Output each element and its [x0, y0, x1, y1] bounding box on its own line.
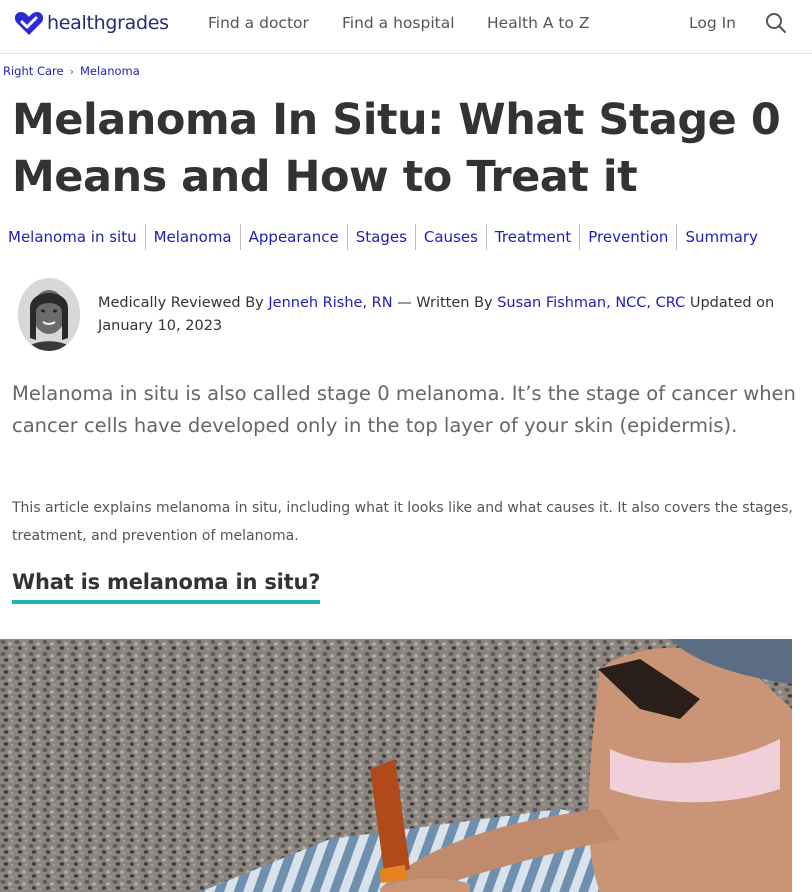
healthgrades-logo[interactable]: healthgrades	[14, 10, 169, 36]
section-link-summary[interactable]: Summary	[677, 224, 766, 250]
section-link-prevention[interactable]: Prevention	[580, 224, 678, 250]
nav-find-hospital[interactable]: Find a hospital	[342, 14, 455, 32]
written-by-label: — Written By	[392, 295, 498, 311]
hero-image	[0, 639, 792, 892]
reviewer-avatar[interactable]	[18, 278, 80, 351]
section-link-melanoma-in-situ[interactable]: Melanoma in situ	[0, 224, 146, 250]
heart-check-icon	[14, 12, 44, 35]
lead-paragraph: Melanoma in situ is also called stage 0 …	[12, 382, 796, 437]
logo-text: healthgrades	[47, 12, 169, 34]
section-link-stages[interactable]: Stages	[348, 224, 416, 250]
section-link-causes[interactable]: Causes	[416, 224, 487, 250]
chevron-right-icon: ›	[69, 64, 74, 78]
section-nav: Melanoma in situ Melanoma Appearance Sta…	[0, 224, 766, 250]
nav-find-doctor[interactable]: Find a doctor	[208, 14, 309, 32]
page-title: Melanoma In Situ: What Stage 0 Means and…	[12, 95, 781, 202]
nav-health-a-to-z[interactable]: Health A to Z	[487, 14, 589, 32]
reviewer-link[interactable]: Jenneh Rishe, RN	[268, 295, 392, 311]
section-link-appearance[interactable]: Appearance	[241, 224, 348, 250]
login-link[interactable]: Log In	[689, 14, 736, 32]
breadcrumb: Right Care › Melanoma	[3, 64, 140, 78]
site-header: healthgrades Find a doctor Find a hospit…	[0, 0, 812, 54]
reviewed-by-label: Medically Reviewed By	[98, 295, 269, 311]
section-link-treatment[interactable]: Treatment	[487, 224, 581, 250]
intro-paragraph: This article explains melanoma in situ, …	[12, 500, 793, 544]
writer-link[interactable]: Susan Fishman, NCC, CRC	[497, 295, 685, 311]
section-link-melanoma[interactable]: Melanoma	[146, 224, 241, 250]
search-icon[interactable]	[765, 12, 787, 34]
byline: Medically Reviewed By Jenneh Rishe, RN —…	[98, 292, 804, 338]
section-heading: What is melanoma in situ?	[12, 570, 320, 604]
breadcrumb-melanoma[interactable]: Melanoma	[80, 64, 140, 78]
breadcrumb-right-care[interactable]: Right Care	[3, 64, 64, 78]
